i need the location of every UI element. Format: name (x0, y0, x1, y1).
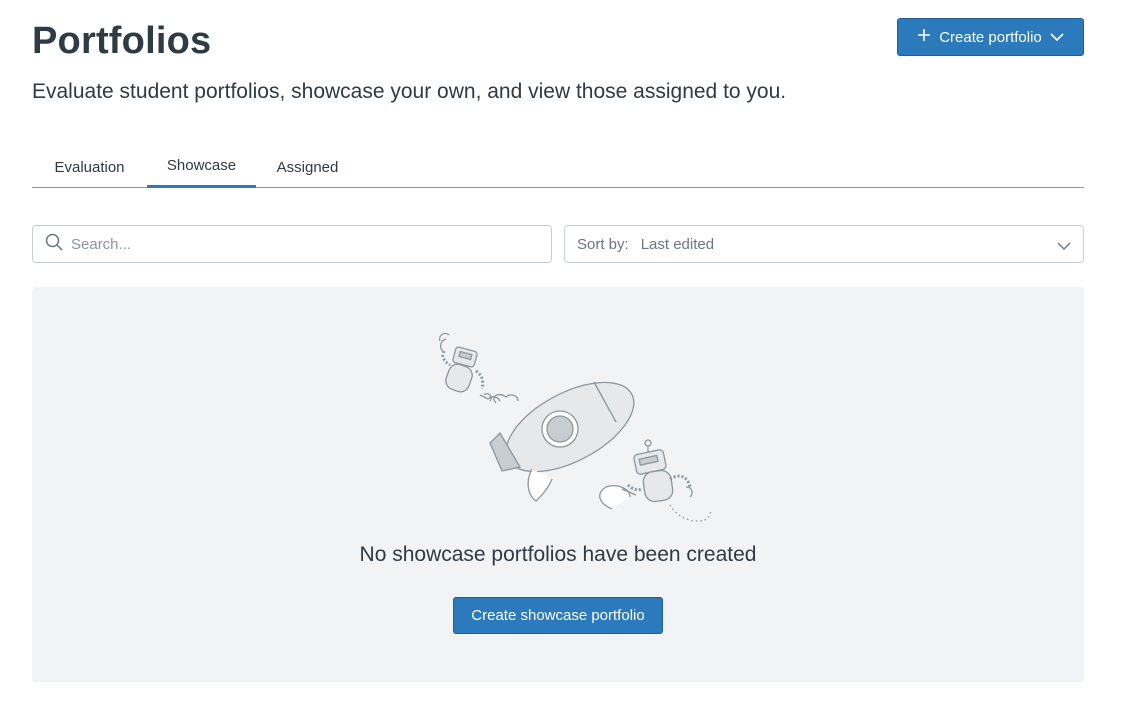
search-icon (45, 233, 63, 256)
rocket-robots-illustration (432, 327, 722, 532)
create-showcase-portfolio-button[interactable]: Create showcase portfolio (453, 597, 663, 634)
sort-select[interactable]: Sort by: Last edited (564, 225, 1084, 263)
tab-evaluation[interactable]: Evaluation (32, 146, 147, 188)
tab-assigned[interactable]: Assigned (256, 146, 359, 188)
chevron-down-icon (1057, 238, 1071, 256)
chevron-down-icon (1050, 29, 1064, 46)
create-portfolio-button[interactable]: Create portfolio (897, 18, 1084, 56)
sort-label: Sort by: (577, 235, 629, 253)
plus-icon (917, 28, 931, 46)
empty-state-message: No showcase portfolios have been created (359, 543, 757, 566)
create-portfolio-label: Create portfolio (939, 28, 1042, 46)
page-subtitle: Evaluate student portfolios, showcase yo… (32, 80, 787, 103)
search-input[interactable] (71, 235, 521, 253)
empty-state-panel: No showcase portfolios have been created… (32, 287, 1084, 682)
tab-showcase[interactable]: Showcase (147, 146, 256, 188)
page-title: Portfolios (32, 20, 212, 62)
portfolio-tabs: Evaluation Showcase Assigned (32, 146, 1084, 188)
search-field[interactable] (32, 225, 552, 263)
sort-value: Last edited (640, 235, 715, 253)
